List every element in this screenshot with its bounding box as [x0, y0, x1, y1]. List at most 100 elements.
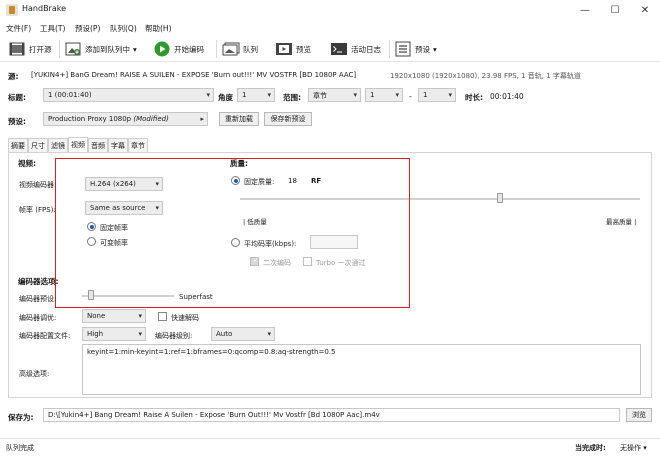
queue-icon [222, 40, 240, 58]
add-to-queue-button[interactable]: 添加到队列中 ▾ [64, 38, 137, 60]
encoder-preset-label: 编码器预设: [19, 295, 57, 303]
angle-label: 角度 [218, 93, 233, 102]
angle-select-value: 1 [242, 91, 247, 99]
toolbar: 打开源 添加到队列中 ▾ 开始编码 队列 预览 活动日志 预设 ▾ [0, 36, 660, 62]
encoder-level-select[interactable]: Auto ▾ [211, 327, 275, 341]
range-label: 范围: [283, 93, 301, 102]
tab-dimensions[interactable]: 尺寸 [28, 138, 48, 152]
encoder-preset-value: Superfast [179, 293, 213, 301]
chevron-down-icon: ▾ [138, 312, 142, 320]
duration-label: 时长: [465, 93, 483, 102]
quality-slider-thumb[interactable] [497, 193, 503, 203]
activity-log-label: 活动日志 [351, 44, 381, 54]
chevron-down-icon: ▾ [643, 444, 647, 452]
status-text: 队列完成 [6, 444, 34, 452]
when-done-select[interactable]: 无操作 ▾ [620, 443, 647, 453]
fast-decode-label: 快速解码 [171, 314, 199, 322]
menu-presets[interactable]: 预设(P) [75, 23, 100, 34]
fast-decode-checkbox[interactable] [158, 312, 167, 321]
chevron-down-icon: ▾ [267, 91, 271, 99]
menu-bar: 文件(F) 工具(T) 预设(P) 队列(Q) 帮助(H) [0, 20, 660, 36]
source-name: [YUKIN4+] BanG Dream! RAISE A SUILEN - E… [31, 71, 357, 79]
chevron-down-icon: ▾ [395, 91, 399, 99]
range-dash: - [409, 92, 412, 101]
encoder-profile-select[interactable]: High ▾ [82, 327, 146, 341]
menu-queue[interactable]: 队列(Q) [110, 23, 137, 34]
reload-preset-button[interactable]: 重新加载 [219, 112, 259, 126]
menu-tools[interactable]: 工具(T) [40, 23, 65, 34]
menu-help[interactable]: 帮助(H) [145, 23, 172, 34]
save-path-input[interactable]: D:\[Yukin4+] Bang Dream! Raise A Suilen … [43, 408, 620, 422]
advanced-options-label: 高级选项: [19, 370, 50, 378]
preset-select[interactable]: Production Proxy 1080p (Modified) ▸ [43, 112, 208, 126]
title-label: 标题: [8, 93, 26, 102]
range-type-select[interactable]: 章节 ▾ [308, 88, 361, 102]
toolbar-separator [389, 40, 390, 58]
encoder-profile-value: High [87, 330, 104, 338]
maximize-button[interactable]: ☐ [600, 0, 630, 20]
tab-subtitles[interactable]: 字幕 [108, 138, 128, 152]
source-info: 1920x1080 (1920x1080), 23.98 FPS, 1 音轨, … [390, 72, 581, 80]
list-icon [394, 40, 412, 58]
when-done-label: 当完成时: [575, 444, 606, 452]
preview-film-icon [275, 40, 293, 58]
activity-log-button[interactable]: 活动日志 [330, 38, 381, 60]
when-done-value: 无操作 [620, 444, 641, 452]
chevron-right-icon: ▸ [200, 115, 204, 123]
range-from-value: 1 [370, 91, 375, 99]
video-section-heading: 视频: [18, 159, 36, 168]
encoder-preset-slider-track[interactable] [82, 295, 174, 297]
queue-button[interactable]: 队列 [222, 38, 258, 60]
preview-button[interactable]: 预览 [275, 38, 311, 60]
terminal-icon [330, 40, 348, 58]
highlight-box [55, 158, 410, 308]
window-title: HandBrake [22, 4, 67, 13]
preview-label: 预览 [296, 44, 311, 54]
range-type-value: 章节 [313, 92, 327, 100]
chevron-down-icon: ▾ [353, 91, 357, 99]
presets-button[interactable]: 预设 ▾ [394, 38, 437, 60]
range-from-select[interactable]: 1 ▾ [365, 88, 403, 102]
tab-filters[interactable]: 滤镜 [48, 138, 68, 152]
status-bar: 队列完成 当完成时: 无操作 ▾ [0, 438, 660, 458]
framerate-label: 帧率 (FPS): [19, 206, 56, 214]
browse-button[interactable]: 浏览 [626, 408, 652, 422]
high-quality-label: 最高质量 | [606, 218, 637, 226]
chevron-down-icon: ▾ [206, 91, 210, 99]
start-encode-button[interactable]: 开始编码 [153, 38, 204, 60]
title-select-value: 1 (00:01:40) [48, 91, 92, 99]
source-label: 源: [8, 72, 19, 81]
start-encode-label: 开始编码 [174, 44, 204, 54]
tab-chapters[interactable]: 章节 [128, 138, 148, 152]
encoder-level-value: Auto [216, 330, 233, 338]
toolbar-separator [59, 40, 60, 58]
preset-value: Production Proxy 1080p [48, 115, 132, 123]
encoder-profile-label: 编码器配置文件: [19, 332, 71, 340]
menu-file[interactable]: 文件(F) [6, 23, 31, 34]
encoder-level-label: 编码器级别: [155, 332, 193, 340]
queue-label: 队列 [243, 44, 258, 54]
encoder-tune-select[interactable]: None ▾ [82, 309, 146, 323]
minimize-button[interactable]: — [570, 0, 600, 20]
chevron-down-icon: ▾ [138, 330, 142, 338]
add-to-queue-label: 添加到队列中 [85, 44, 130, 54]
range-to-select[interactable]: 1 ▾ [418, 88, 456, 102]
chevron-down-icon[interactable]: ▾ [133, 45, 137, 54]
close-button[interactable]: ✕ [630, 0, 660, 20]
chevron-down-icon: ▾ [448, 91, 452, 99]
title-select[interactable]: 1 (00:01:40) ▾ [43, 88, 214, 102]
save-new-preset-button[interactable]: 保存新预设 [264, 112, 312, 126]
open-source-button[interactable]: 打开源 [8, 38, 52, 60]
tab-audio[interactable]: 音频 [88, 138, 108, 152]
handbrake-app-icon [6, 4, 18, 16]
tab-summary[interactable]: 摘要 [8, 138, 28, 152]
tab-video[interactable]: 视频 [68, 137, 88, 152]
angle-select[interactable]: 1 ▾ [237, 88, 275, 102]
play-icon [153, 40, 171, 58]
film-icon [8, 40, 26, 58]
range-to-value: 1 [423, 91, 428, 99]
advanced-options-textarea[interactable]: keyint=1:min-keyint=1:ref=1:bframes=0:qc… [82, 344, 641, 395]
toolbar-separator [216, 40, 217, 58]
chevron-down-icon[interactable]: ▾ [433, 45, 437, 54]
encoder-preset-slider-thumb[interactable] [88, 290, 94, 300]
